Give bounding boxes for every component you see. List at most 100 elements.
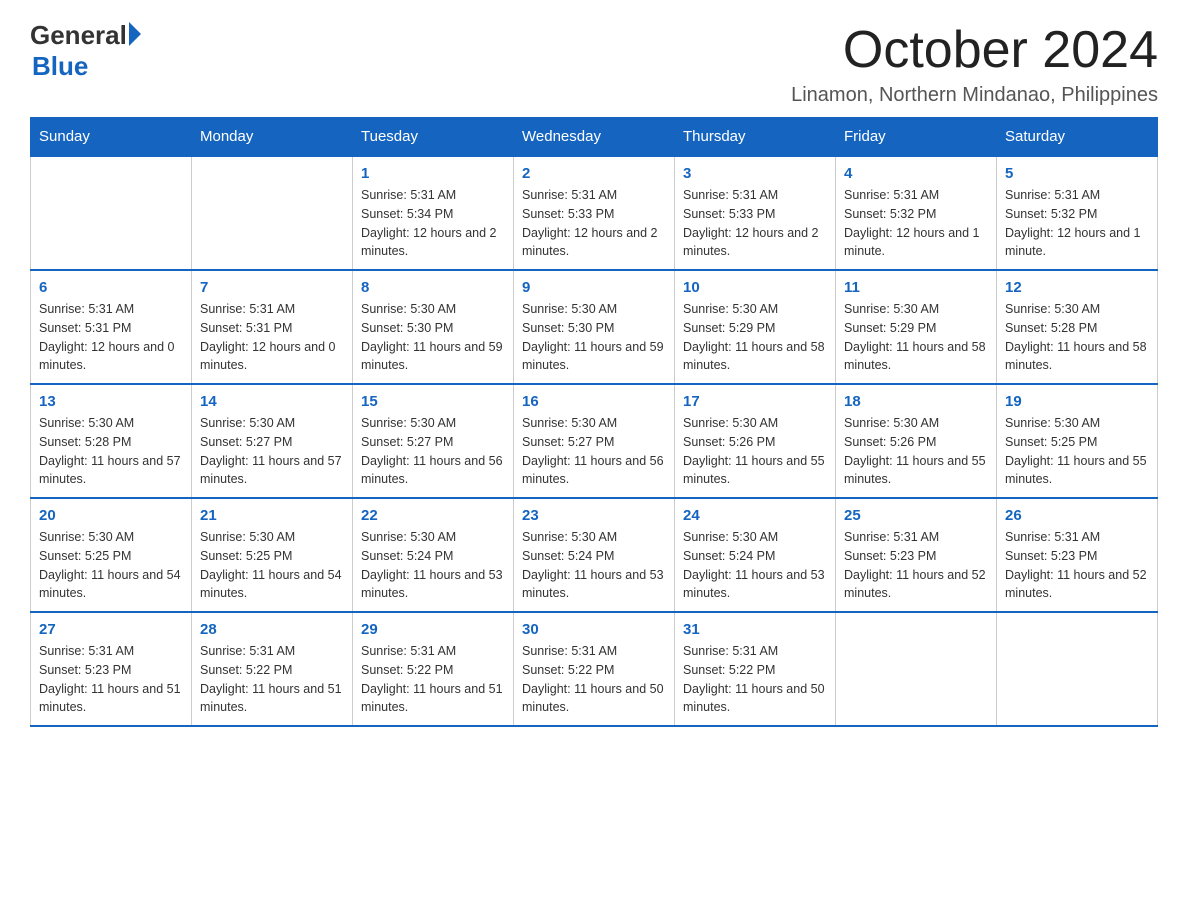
day-number: 19 — [1005, 393, 1149, 410]
table-row: 18Sunrise: 5:30 AMSunset: 5:26 PMDayligh… — [836, 384, 997, 498]
table-row: 14 Sunrise: 5:30 AMSunset: 5:27 PMDayligh… — [192, 384, 353, 498]
day-number: 12 — [1005, 279, 1149, 296]
table-row: 30 Sunrise: 5:31 AMSunset: 5:22 PMDayligh… — [514, 612, 675, 726]
day-number: 6 — [39, 279, 183, 296]
month-title: October 2024 — [791, 20, 1158, 80]
day-info: Sunrise: 5:30 AMSunset: 5:30 PMDaylight:… — [361, 300, 505, 375]
day-info: Sunrise: 5:30 AMSunset: 5:24 PMDaylight:… — [683, 528, 827, 603]
table-row: 26 Sunrise: 5:31 AMSunset: 5:23 PMDayligh… — [997, 498, 1158, 612]
day-number: 18 — [844, 393, 988, 410]
day-number: 15 — [361, 393, 505, 410]
table-row: 28 Sunrise: 5:31 AMSunset: 5:22 PMDayligh… — [192, 612, 353, 726]
header-tuesday: Tuesday — [353, 118, 514, 157]
table-row: 17 Sunrise: 5:30 AMSunset: 5:26 PMDayligh… — [675, 384, 836, 498]
calendar-week-row: 27 Sunrise: 5:31 AMSunset: 5:23 PMDayligh… — [31, 612, 1158, 726]
location-title: Linamon, Northern Mindanao, Philippines — [791, 84, 1158, 107]
day-info: Sunrise: 5:30 AMSunset: 5:24 PMDaylight:… — [522, 528, 666, 603]
day-number: 27 — [39, 621, 183, 638]
day-info: Sunrise: 5:30 AMSunset: 5:29 PMDaylight:… — [683, 300, 827, 375]
table-row: 23 Sunrise: 5:30 AMSunset: 5:24 PMDayligh… — [514, 498, 675, 612]
header-saturday: Saturday — [997, 118, 1158, 157]
table-row: 7Sunrise: 5:31 AMSunset: 5:31 PMDaylight… — [192, 270, 353, 384]
calendar-table: Sunday Monday Tuesday Wednesday Thursday… — [30, 117, 1158, 727]
table-row — [997, 612, 1158, 726]
table-row: 15 Sunrise: 5:30 AMSunset: 5:27 PMDayligh… — [353, 384, 514, 498]
day-number: 14 — [200, 393, 344, 410]
logo-blue-text: Blue — [32, 51, 88, 82]
table-row: 8 Sunrise: 5:30 AMSunset: 5:30 PMDaylight… — [353, 270, 514, 384]
day-number: 11 — [844, 279, 988, 296]
day-number: 30 — [522, 621, 666, 638]
logo-general-text: General — [30, 20, 127, 51]
day-info: Sunrise: 5:30 AMSunset: 5:27 PMDaylight:… — [361, 414, 505, 489]
table-row: 12 Sunrise: 5:30 AMSunset: 5:28 PMDayligh… — [997, 270, 1158, 384]
day-number: 28 — [200, 621, 344, 638]
day-info: Sunrise: 5:30 AMSunset: 5:27 PMDaylight:… — [522, 414, 666, 489]
day-info: Sunrise: 5:30 AMSunset: 5:28 PMDaylight:… — [1005, 300, 1149, 375]
day-info: Sunrise: 5:31 AMSunset: 5:34 PMDaylight:… — [361, 186, 505, 261]
day-number: 22 — [361, 507, 505, 524]
table-row: 20 Sunrise: 5:30 AMSunset: 5:25 PMDayligh… — [31, 498, 192, 612]
day-info: Sunrise: 5:30 AMSunset: 5:27 PMDaylight:… — [200, 414, 344, 489]
page-header: General Blue October 2024 Linamon, North… — [30, 20, 1158, 107]
table-row: 31 Sunrise: 5:31 AMSunset: 5:22 PMDayligh… — [675, 612, 836, 726]
day-info: Sunrise: 5:31 AMSunset: 5:33 PMDaylight:… — [522, 186, 666, 261]
table-row: 3Sunrise: 5:31 AMSunset: 5:33 PMDaylight… — [675, 156, 836, 270]
day-number: 13 — [39, 393, 183, 410]
day-number: 20 — [39, 507, 183, 524]
day-number: 17 — [683, 393, 827, 410]
header-sunday: Sunday — [31, 118, 192, 157]
header-friday: Friday — [836, 118, 997, 157]
day-info: Sunrise: 5:31 AMSunset: 5:22 PMDaylight:… — [200, 642, 344, 717]
table-row: 25Sunrise: 5:31 AMSunset: 5:23 PMDayligh… — [836, 498, 997, 612]
day-number: 9 — [522, 279, 666, 296]
table-row: 9 Sunrise: 5:30 AMSunset: 5:30 PMDaylight… — [514, 270, 675, 384]
table-row: 5Sunrise: 5:31 AMSunset: 5:32 PMDaylight… — [997, 156, 1158, 270]
table-row: 4Sunrise: 5:31 AMSunset: 5:32 PMDaylight… — [836, 156, 997, 270]
calendar-header-row: Sunday Monday Tuesday Wednesday Thursday… — [31, 118, 1158, 157]
table-row: 16 Sunrise: 5:30 AMSunset: 5:27 PMDayligh… — [514, 384, 675, 498]
table-row: 27 Sunrise: 5:31 AMSunset: 5:23 PMDayligh… — [31, 612, 192, 726]
day-info: Sunrise: 5:30 AMSunset: 5:26 PMDaylight:… — [683, 414, 827, 489]
day-info: Sunrise: 5:30 AMSunset: 5:25 PMDaylight:… — [39, 528, 183, 603]
day-number: 31 — [683, 621, 827, 638]
day-number: 4 — [844, 165, 988, 182]
day-info: Sunrise: 5:31 AMSunset: 5:23 PMDaylight:… — [844, 528, 988, 603]
day-info: Sunrise: 5:31 AMSunset: 5:33 PMDaylight:… — [683, 186, 827, 261]
table-row: 21 Sunrise: 5:30 AMSunset: 5:25 PMDayligh… — [192, 498, 353, 612]
day-number: 21 — [200, 507, 344, 524]
day-number: 8 — [361, 279, 505, 296]
day-number: 7 — [200, 279, 344, 296]
day-info: Sunrise: 5:30 AMSunset: 5:25 PMDaylight:… — [200, 528, 344, 603]
day-number: 2 — [522, 165, 666, 182]
day-info: Sunrise: 5:30 AMSunset: 5:29 PMDaylight:… — [844, 300, 988, 375]
day-info: Sunrise: 5:31 AMSunset: 5:22 PMDaylight:… — [683, 642, 827, 717]
day-info: Sunrise: 5:31 AMSunset: 5:31 PMDaylight:… — [39, 300, 183, 375]
day-number: 29 — [361, 621, 505, 638]
day-info: Sunrise: 5:30 AMSunset: 5:30 PMDaylight:… — [522, 300, 666, 375]
day-info: Sunrise: 5:31 AMSunset: 5:22 PMDaylight:… — [522, 642, 666, 717]
header-thursday: Thursday — [675, 118, 836, 157]
calendar-week-row: 20 Sunrise: 5:30 AMSunset: 5:25 PMDayligh… — [31, 498, 1158, 612]
table-row: 1Sunrise: 5:31 AMSunset: 5:34 PMDaylight… — [353, 156, 514, 270]
table-row: 29Sunrise: 5:31 AMSunset: 5:22 PMDayligh… — [353, 612, 514, 726]
logo-arrow-icon — [129, 22, 141, 46]
table-row: 11 Sunrise: 5:30 AMSunset: 5:29 PMDayligh… — [836, 270, 997, 384]
day-number: 23 — [522, 507, 666, 524]
table-row: 6 Sunrise: 5:31 AMSunset: 5:31 PMDaylight… — [31, 270, 192, 384]
header-monday: Monday — [192, 118, 353, 157]
table-row: 10Sunrise: 5:30 AMSunset: 5:29 PMDayligh… — [675, 270, 836, 384]
calendar-week-row: 1Sunrise: 5:31 AMSunset: 5:34 PMDaylight… — [31, 156, 1158, 270]
day-info: Sunrise: 5:30 AMSunset: 5:28 PMDaylight:… — [39, 414, 183, 489]
day-number: 26 — [1005, 507, 1149, 524]
title-section: October 2024 Linamon, Northern Mindanao,… — [791, 20, 1158, 107]
day-number: 16 — [522, 393, 666, 410]
day-info: Sunrise: 5:31 AMSunset: 5:23 PMDaylight:… — [39, 642, 183, 717]
day-info: Sunrise: 5:31 AMSunset: 5:23 PMDaylight:… — [1005, 528, 1149, 603]
table-row: 24Sunrise: 5:30 AMSunset: 5:24 PMDayligh… — [675, 498, 836, 612]
day-info: Sunrise: 5:30 AMSunset: 5:24 PMDaylight:… — [361, 528, 505, 603]
table-row: 2 Sunrise: 5:31 AMSunset: 5:33 PMDaylight… — [514, 156, 675, 270]
calendar-week-row: 6 Sunrise: 5:31 AMSunset: 5:31 PMDaylight… — [31, 270, 1158, 384]
table-row: 22 Sunrise: 5:30 AMSunset: 5:24 PMDayligh… — [353, 498, 514, 612]
table-row — [836, 612, 997, 726]
